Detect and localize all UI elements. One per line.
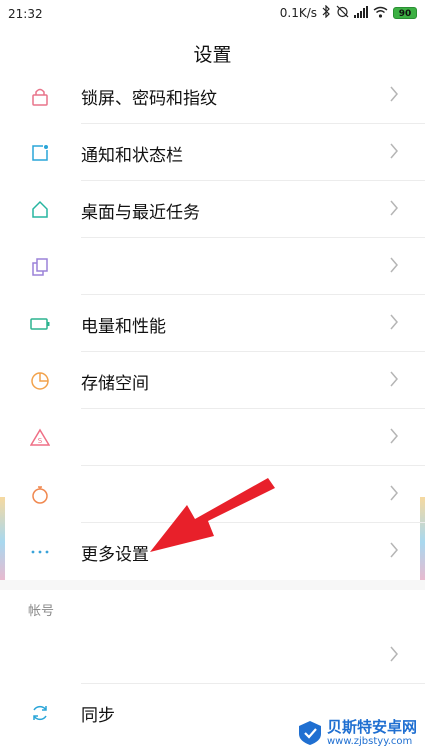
settings-item-label: 通知和状态栏	[81, 146, 183, 166]
watermark: 贝斯特安卓网 www.zjbstyy.com	[292, 717, 421, 749]
more-icon	[30, 542, 50, 562]
status-bar: 21:32 0.1K/s 90	[0, 0, 425, 28]
section-header-account: 帐号	[0, 590, 425, 627]
signal-icon	[354, 5, 368, 21]
settings-item-more-settings[interactable]: 更多设置	[0, 523, 425, 580]
bluetooth-icon	[322, 4, 331, 21]
settings-item-label: 存储空间	[81, 374, 149, 394]
chevron-right-icon	[389, 313, 399, 331]
chevron-right-icon	[389, 256, 399, 274]
settings-item-account[interactable]	[0, 627, 425, 684]
status-icons: 0.1K/s 90	[279, 4, 417, 21]
security-icon: S	[29, 428, 51, 448]
settings-item-redacted-1[interactable]	[0, 238, 425, 295]
chevron-right-icon	[389, 541, 399, 559]
settings-item-label: 更多设置	[81, 545, 149, 565]
page-title: 设置	[193, 44, 232, 66]
chevron-right-icon	[389, 370, 399, 388]
settings-item-notifications[interactable]: 通知和状态栏	[0, 124, 425, 181]
section-header-label: 帐号	[28, 604, 55, 619]
settings-item-redacted-3[interactable]	[0, 466, 425, 523]
wifi-icon	[373, 6, 388, 21]
settings-item-home-screen[interactable]: 桌面与最近任务	[0, 181, 425, 238]
sync-icon	[30, 703, 50, 723]
settings-item-storage[interactable]: 存储空间	[0, 352, 425, 409]
timer-icon	[30, 485, 50, 505]
status-time: 21:32	[8, 7, 43, 21]
settings-item-lock-screen[interactable]: 锁屏、密码和指纹	[0, 67, 425, 124]
battery-indicator: 90	[393, 7, 417, 19]
network-speed: 0.1K/s	[279, 6, 317, 20]
svg-text:S: S	[38, 437, 43, 445]
watermark-url: www.zjbstyy.com	[326, 736, 413, 747]
settings-item-redacted-2[interactable]: S	[0, 409, 425, 466]
settings-item-label: 锁屏、密码和指纹	[81, 89, 217, 109]
settings-item-label: 同步	[81, 706, 115, 726]
battery-icon	[30, 314, 50, 334]
copy-icon	[30, 257, 50, 277]
section-divider	[0, 580, 425, 590]
pie-chart-icon	[30, 371, 50, 391]
notification-icon	[30, 143, 50, 163]
settings-item-battery[interactable]: 电量和性能	[0, 295, 425, 352]
chevron-right-icon	[389, 142, 399, 160]
watermark-name: 贝斯特安卓网	[326, 718, 417, 736]
settings-list: 锁屏、密码和指纹 通知和状态栏 桌面与最近任务 电量和性能 存储空间 S 更多设…	[0, 67, 425, 741]
chevron-right-icon	[389, 427, 399, 445]
home-icon	[30, 200, 50, 220]
watermark-logo-icon	[298, 721, 321, 745]
alarm-off-icon	[336, 5, 349, 21]
settings-item-label: 电量和性能	[81, 317, 166, 337]
lock-icon	[30, 86, 50, 106]
chevron-right-icon	[389, 484, 399, 502]
chevron-right-icon	[389, 199, 399, 217]
settings-item-label: 桌面与最近任务	[81, 203, 200, 223]
chevron-right-icon	[389, 85, 399, 103]
chevron-right-icon	[389, 645, 399, 663]
